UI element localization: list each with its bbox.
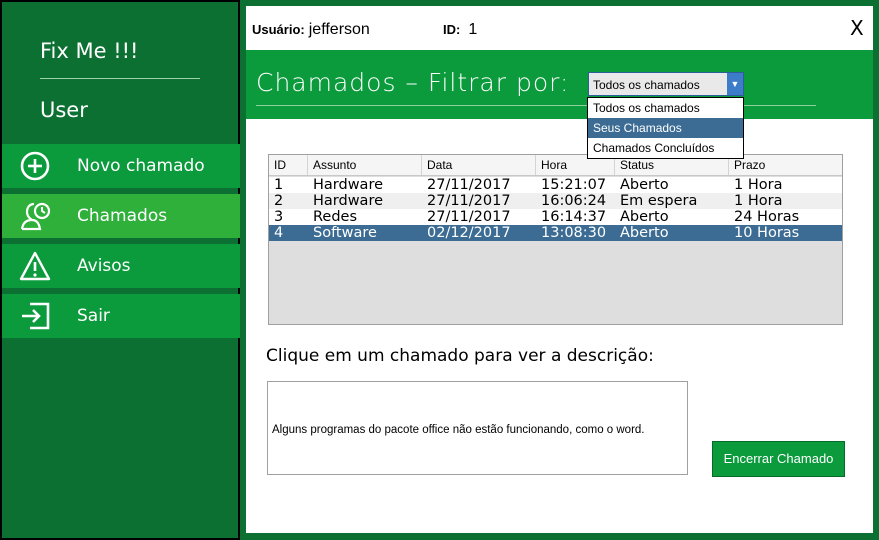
filter-option-concluidos[interactable]: Chamados Concluídos xyxy=(588,138,743,158)
chevron-down-icon[interactable]: ▼ xyxy=(727,73,743,95)
cell-hora: 15:21:07 xyxy=(541,177,607,193)
column-header-prazo[interactable]: Prazo xyxy=(729,155,842,175)
cell-data: 02/12/2017 xyxy=(427,225,511,241)
sidebar-item-avisos[interactable]: Avisos xyxy=(2,244,240,288)
cell-assunto: Hardware xyxy=(313,177,384,193)
sidebar-item-chamados[interactable]: Chamados xyxy=(2,194,240,238)
table-row[interactable]: 1 Hardware 27/11/2017 15:21:07 Aberto 1 … xyxy=(269,177,842,193)
app-brand: Fix Me !!! xyxy=(40,39,139,63)
description-box[interactable]: Alguns programas do pacote office não es… xyxy=(267,381,688,475)
title-banner: Chamados – Filtrar por: Todos os chamado… xyxy=(246,50,873,119)
frame-bottom xyxy=(246,533,879,540)
filter-option-seus[interactable]: Seus Chamados xyxy=(588,118,743,138)
cell-id: 4 xyxy=(274,225,284,241)
column-header-id[interactable]: ID xyxy=(269,155,308,175)
description-text: Alguns programas do pacote office não es… xyxy=(272,424,645,436)
description-prompt: Clique em um chamado para ver a descriçã… xyxy=(266,346,654,366)
id-value: 1 xyxy=(468,21,478,38)
cell-assunto: Hardware xyxy=(313,193,384,209)
cell-data: 27/11/2017 xyxy=(427,193,511,209)
cell-data: 27/11/2017 xyxy=(427,209,511,225)
column-header-data[interactable]: Data xyxy=(422,155,536,175)
warning-icon xyxy=(18,250,52,282)
cell-assunto: Redes xyxy=(313,209,358,225)
sidebar: Fix Me !!! User Novo chamado Chamados Av… xyxy=(0,0,240,540)
column-header-assunto[interactable]: Assunto xyxy=(308,155,422,175)
cell-status: Aberto xyxy=(620,177,669,193)
filter-dropdown-list: Todos os chamados Seus Chamados Chamados… xyxy=(587,97,744,159)
page-title: Chamados – Filtrar por: xyxy=(256,68,570,97)
cell-assunto: Software xyxy=(313,225,377,241)
cell-id: 1 xyxy=(274,177,284,193)
cell-status: Em espera xyxy=(620,193,698,209)
filter-select-value: Todos os chamados xyxy=(593,78,700,92)
cell-hora: 13:08:30 xyxy=(541,225,607,241)
cell-status: Aberto xyxy=(620,225,669,241)
table-header: ID Assunto Data Hora Status Prazo xyxy=(269,155,842,176)
sidebar-item-label: Avisos xyxy=(77,256,131,276)
exit-icon xyxy=(18,300,52,332)
cell-hora: 16:06:24 xyxy=(541,193,607,209)
cell-id: 2 xyxy=(274,193,284,209)
user-info: Usuário: jefferson xyxy=(252,21,370,39)
support-agent-icon xyxy=(18,200,52,232)
table-row[interactable]: 3 Redes 27/11/2017 16:14:37 Aberto 24 Ho… xyxy=(269,209,842,225)
id-key: ID: xyxy=(443,22,461,37)
id-info: ID: 1 xyxy=(443,21,477,39)
cell-prazo: 24 Horas xyxy=(734,209,800,225)
user-key: Usuário: xyxy=(252,22,305,37)
main-panel: Usuário: jefferson ID: 1 X Chamados – Filt… xyxy=(246,6,873,533)
cell-hora: 16:14:37 xyxy=(541,209,607,225)
plus-circle-icon xyxy=(18,150,52,182)
table-row-selected[interactable]: 4 Software 02/12/2017 13:08:30 Aberto 10… xyxy=(269,225,842,241)
table-row[interactable]: 2 Hardware 27/11/2017 16:06:24 Em espera… xyxy=(269,193,842,209)
cell-data: 27/11/2017 xyxy=(427,177,511,193)
filter-select[interactable]: Todos os chamados ▼ xyxy=(588,72,744,96)
cell-prazo: 1 Hora xyxy=(734,177,783,193)
sidebar-item-label: Chamados xyxy=(77,206,168,226)
sidebar-item-label: Novo chamado xyxy=(77,156,205,176)
brand-divider xyxy=(40,78,200,79)
cell-prazo: 1 Hora xyxy=(734,193,783,209)
cell-prazo: 10 Horas xyxy=(734,225,800,241)
user-value: jefferson xyxy=(308,21,370,38)
sidebar-item-label: Sair xyxy=(77,306,110,326)
tickets-table: ID Assunto Data Hora Status Prazo 1 Hard… xyxy=(268,154,843,325)
sidebar-item-sair[interactable]: Sair xyxy=(2,294,240,338)
filter-option-todos[interactable]: Todos os chamados xyxy=(588,98,743,118)
user-label: User xyxy=(40,98,88,122)
close-button[interactable]: X xyxy=(850,16,864,40)
cell-status: Aberto xyxy=(620,209,669,225)
sidebar-item-novo-chamado[interactable]: Novo chamado xyxy=(2,144,240,188)
frame-right xyxy=(873,0,879,540)
close-ticket-button[interactable]: Encerrar Chamado xyxy=(712,441,845,477)
cell-id: 3 xyxy=(274,209,284,225)
